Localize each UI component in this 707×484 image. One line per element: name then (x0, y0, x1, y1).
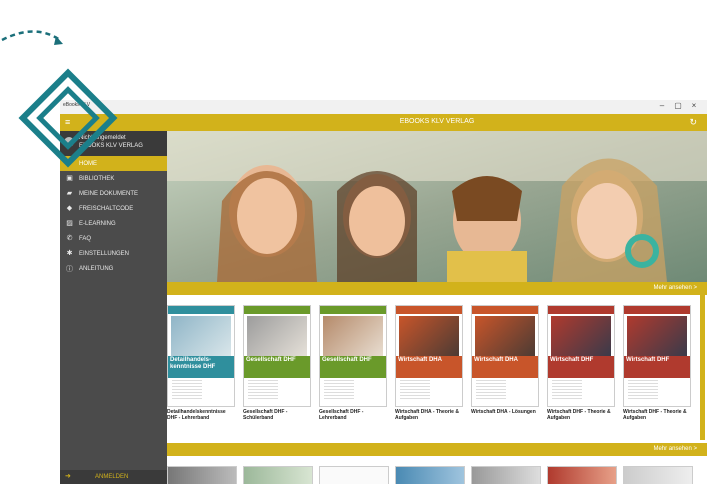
book-title: Wirtschaft DHF - Theorie & Aufgaben (547, 409, 611, 421)
more-link[interactable]: Mehr ansehen > (653, 446, 697, 452)
cover-title: Gesellschaft DHF (244, 356, 310, 378)
book-item[interactable]: Detailhandels-kenntnisse DHF Detailhande… (167, 305, 235, 421)
phone-icon: ✆ (66, 235, 73, 242)
sidebar-item-einstellungen[interactable]: ✱ EINSTELLUNGEN (60, 246, 167, 261)
book-title: Gesellschaft DHF - Lehrerband (319, 409, 364, 421)
book-thumbnail[interactable] (547, 466, 617, 484)
sidebar-item-label: FREISCHALTCODE (79, 206, 134, 212)
top-bar: EBOOKS KLV VERLAG ↻ (167, 114, 707, 131)
hero-banner-image (167, 131, 707, 282)
book-title: Detailhandelskenntnisse DHF - Lehrerband (167, 409, 226, 421)
close-button[interactable]: × (688, 101, 700, 110)
book-list: Detailhandels-kenntnisse DHF Detailhande… (167, 295, 700, 435)
cover-title: Wirtschaft DHA (396, 356, 462, 378)
sidebar-item-e-learning[interactable]: ▨ E-LEARNING (60, 216, 167, 231)
sidebar-item-label: ANLEITUNG (79, 266, 114, 272)
dashed-arrow-icon (1, 30, 63, 45)
book-item[interactable]: Wirtschaft DHF Wirtschaft DHF - Theorie … (623, 305, 691, 421)
cover-title: Wirtschaft DHF (624, 356, 690, 378)
accent-line (700, 290, 705, 440)
book-cover: Wirtschaft DHA (395, 305, 463, 407)
gear-icon: ✱ (66, 250, 73, 257)
book-cover: Wirtschaft DHF (547, 305, 615, 407)
sidebar-item-anleitung[interactable]: ⓘ ANLEITUNG (60, 261, 167, 276)
book-title: Gesellschaft DHF - Schülerband (243, 409, 288, 421)
login-icon: ➜ (65, 473, 71, 480)
book-thumbnail[interactable] (319, 466, 389, 484)
maximize-button[interactable]: ▢ (672, 101, 684, 110)
sidebar-item-label: MEINE DOKUMENTE (79, 191, 139, 197)
book-thumbnail[interactable] (243, 466, 313, 484)
elearning-icon: ▨ (66, 220, 73, 227)
book-item[interactable]: Wirtschaft DHA Wirtschaft DHA - Theorie … (395, 305, 463, 421)
cover-title: Wirtschaft DHF (548, 356, 614, 378)
book-cover: Detailhandels-kenntnisse DHF (167, 305, 235, 407)
sidebar-item-label: FAQ (79, 236, 92, 242)
book-cover: Gesellschaft DHF (319, 305, 387, 407)
info-icon: ⓘ (66, 266, 73, 273)
more-link[interactable]: Mehr ansehen > (653, 285, 697, 291)
app-window: eBooks KLV – ▢ × ≡ Nicht angemeldet EBOO… (60, 100, 707, 484)
page-title: EBOOKS KLV VERLAG (399, 118, 475, 125)
cover-title: Detailhandels-kenntnisse DHF (168, 356, 234, 378)
book-title: Wirtschaft DHA - Theorie & Aufgaben (395, 409, 459, 421)
book-list-second-row (167, 456, 707, 484)
book-cover: Wirtschaft DHA (471, 305, 539, 407)
sidebar-item-meine-dokumente[interactable]: ▰ MEINE DOKUMENTE (60, 186, 167, 201)
window-titlebar: eBooks KLV – ▢ × (60, 100, 707, 114)
sidebar-item-freischaltcode[interactable]: ◆ FREISCHALTCODE (60, 201, 167, 216)
tag-icon: ◆ (66, 205, 73, 212)
section-bar: Mehr ansehen > (167, 282, 707, 295)
sidebar-item-label: EINSTELLUNGEN (79, 251, 130, 257)
section-bar: Mehr ansehen > (167, 443, 707, 456)
book-title: Wirtschaft DHA - Lösungen (471, 409, 536, 415)
book-title: Wirtschaft DHF - Theorie & Aufgaben (623, 409, 687, 421)
book-item[interactable]: Gesellschaft DHF Gesellschaft DHF - Schü… (243, 305, 311, 421)
cover-title: Gesellschaft DHF (320, 356, 386, 378)
book-item[interactable]: Wirtschaft DHA Wirtschaft DHA - Lösungen (471, 305, 539, 415)
book-cover: Wirtschaft DHF (623, 305, 691, 407)
book-thumbnail[interactable] (471, 466, 541, 484)
book-thumbnail[interactable] (623, 466, 693, 484)
sidebar-item-faq[interactable]: ✆ FAQ (60, 231, 167, 246)
login-button[interactable]: ➜ ANMELDEN (60, 470, 167, 484)
book-item[interactable]: Gesellschaft DHF Gesellschaft DHF - Lehr… (319, 305, 387, 421)
book-cover: Gesellschaft DHF (243, 305, 311, 407)
book-item[interactable]: Wirtschaft DHF Wirtschaft DHF - Theorie … (547, 305, 615, 421)
folder-icon: ▰ (66, 190, 73, 197)
sidebar-item-label: E-LEARNING (79, 221, 116, 227)
cover-title: Wirtschaft DHA (472, 356, 538, 378)
klv-logo-diamond-icon (18, 68, 118, 168)
minimize-button[interactable]: – (656, 101, 668, 110)
refresh-icon[interactable]: ↻ (689, 117, 697, 128)
book-thumbnail[interactable] (167, 466, 237, 484)
login-label: ANMELDEN (95, 474, 129, 480)
book-thumbnail[interactable] (395, 466, 465, 484)
